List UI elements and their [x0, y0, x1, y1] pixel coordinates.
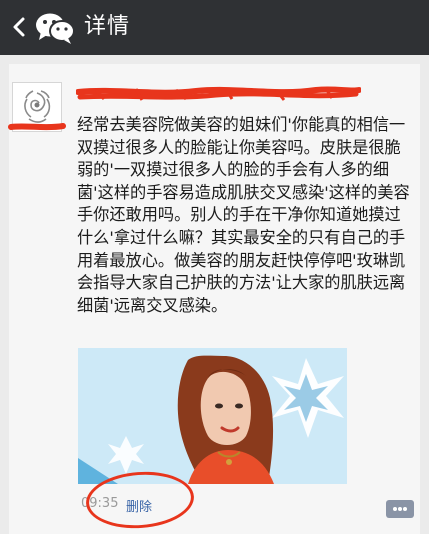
post-image[interactable] — [78, 348, 347, 484]
page-title: 详情 — [84, 14, 131, 39]
redacted-author-name — [76, 86, 361, 101]
post-text: 经常去美容院做美容的姐妹们'你能真的相信一双摸过很多人的脸能让你美容吗。皮肤是很… — [77, 115, 410, 315]
redaction-mark — [8, 123, 66, 131]
chevron-left-icon[interactable] — [10, 14, 28, 40]
comment-more-icon[interactable] — [386, 500, 414, 518]
wechat-icon — [36, 13, 75, 44]
header-bar: 详情 — [0, 0, 429, 55]
